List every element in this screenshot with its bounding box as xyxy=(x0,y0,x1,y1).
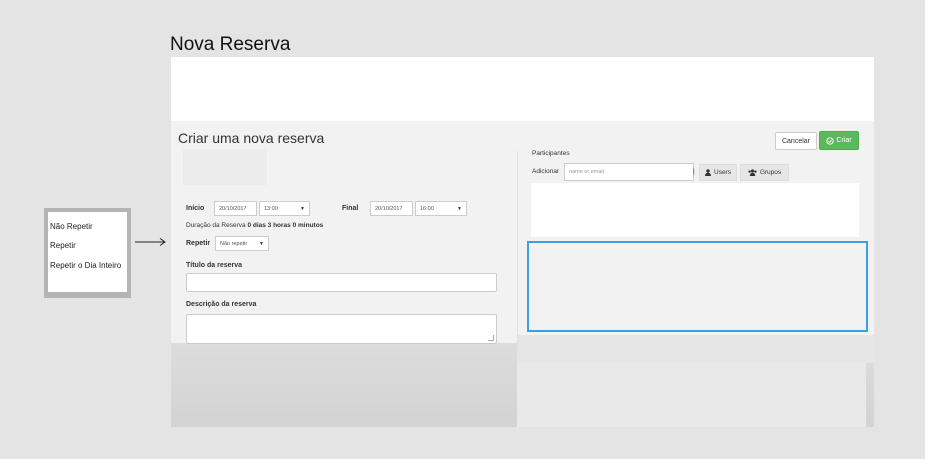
create-button-label: Criar xyxy=(836,137,852,144)
arrow-right-icon xyxy=(135,238,166,246)
participants-label: Participantes xyxy=(532,150,570,157)
chevron-down-icon: ▼ xyxy=(300,205,305,212)
form-heading: Criar uma nova reserva xyxy=(178,130,325,146)
resize-handle-icon[interactable] xyxy=(488,335,494,341)
repeat-option-repeat[interactable]: Repetir xyxy=(50,241,76,250)
separator-text: | xyxy=(693,168,695,175)
participant-search-placeholder: name or email xyxy=(569,169,604,175)
participants-list xyxy=(531,183,859,237)
right-panel-background-lower xyxy=(517,363,866,427)
duration-label: Duração da Reserva xyxy=(186,222,246,229)
end-date-value: 20/10/2017 xyxy=(375,205,403,212)
add-label: Adicionar xyxy=(532,168,560,175)
cancel-button[interactable]: Cancelar xyxy=(775,132,817,150)
right-panel-background xyxy=(517,335,874,363)
users-button[interactable]: Users xyxy=(699,164,737,181)
group-icon xyxy=(748,169,757,176)
duration-text: Duração da Reserva 0 dias 3 horas 0 minu… xyxy=(186,222,323,229)
cancel-button-label: Cancelar xyxy=(781,137,810,145)
groups-button-label: Grupos xyxy=(759,169,782,176)
description-label: Descrição da reserva xyxy=(186,301,257,308)
start-time-select[interactable]: 13:00 ▼ xyxy=(259,201,310,216)
repeat-value: Não repetir xyxy=(220,240,248,247)
end-label: Final xyxy=(342,205,359,212)
page-title: Nova Reserva xyxy=(170,34,291,55)
repeat-label: Repetir xyxy=(186,240,211,247)
groups-button[interactable]: Grupos xyxy=(740,164,789,181)
repeat-options-list: Não Repetir Repetir Repetir o Dia Inteir… xyxy=(48,212,127,292)
title-input[interactable] xyxy=(186,273,497,292)
create-button[interactable]: Criar xyxy=(819,131,859,150)
user-icon xyxy=(705,169,711,176)
chevron-down-icon: ▼ xyxy=(457,205,462,212)
description-textarea[interactable] xyxy=(186,314,497,344)
form-placeholder-block xyxy=(183,149,267,185)
repeat-option-none[interactable]: Não Repetir xyxy=(50,222,93,231)
repeat-select[interactable]: Não repetir ▼ xyxy=(215,236,269,251)
start-date-value: 20/10/2017 xyxy=(219,205,247,212)
start-label: Início xyxy=(186,205,205,212)
end-time-value: 16:00 xyxy=(420,205,434,212)
repeat-option-all-day[interactable]: Repetir o Dia Inteiro xyxy=(50,261,121,270)
header-banner xyxy=(171,57,874,121)
users-button-label: Users xyxy=(714,169,731,176)
start-time-value: 13:00 xyxy=(264,205,278,212)
check-circle-icon xyxy=(826,136,835,145)
participant-search-input[interactable]: name or email xyxy=(564,163,694,181)
highlight-region xyxy=(527,241,868,332)
column-divider xyxy=(517,151,518,353)
chevron-down-icon: ▼ xyxy=(259,240,264,247)
end-time-select[interactable]: 16:00 ▼ xyxy=(415,201,467,216)
start-date-input[interactable]: 20/10/2017 xyxy=(214,201,257,216)
title-label: Título da reserva xyxy=(186,262,243,269)
duration-value: 0 dias 3 horas 0 minutos xyxy=(247,222,324,229)
end-date-input[interactable]: 20/10/2017 xyxy=(370,201,413,216)
